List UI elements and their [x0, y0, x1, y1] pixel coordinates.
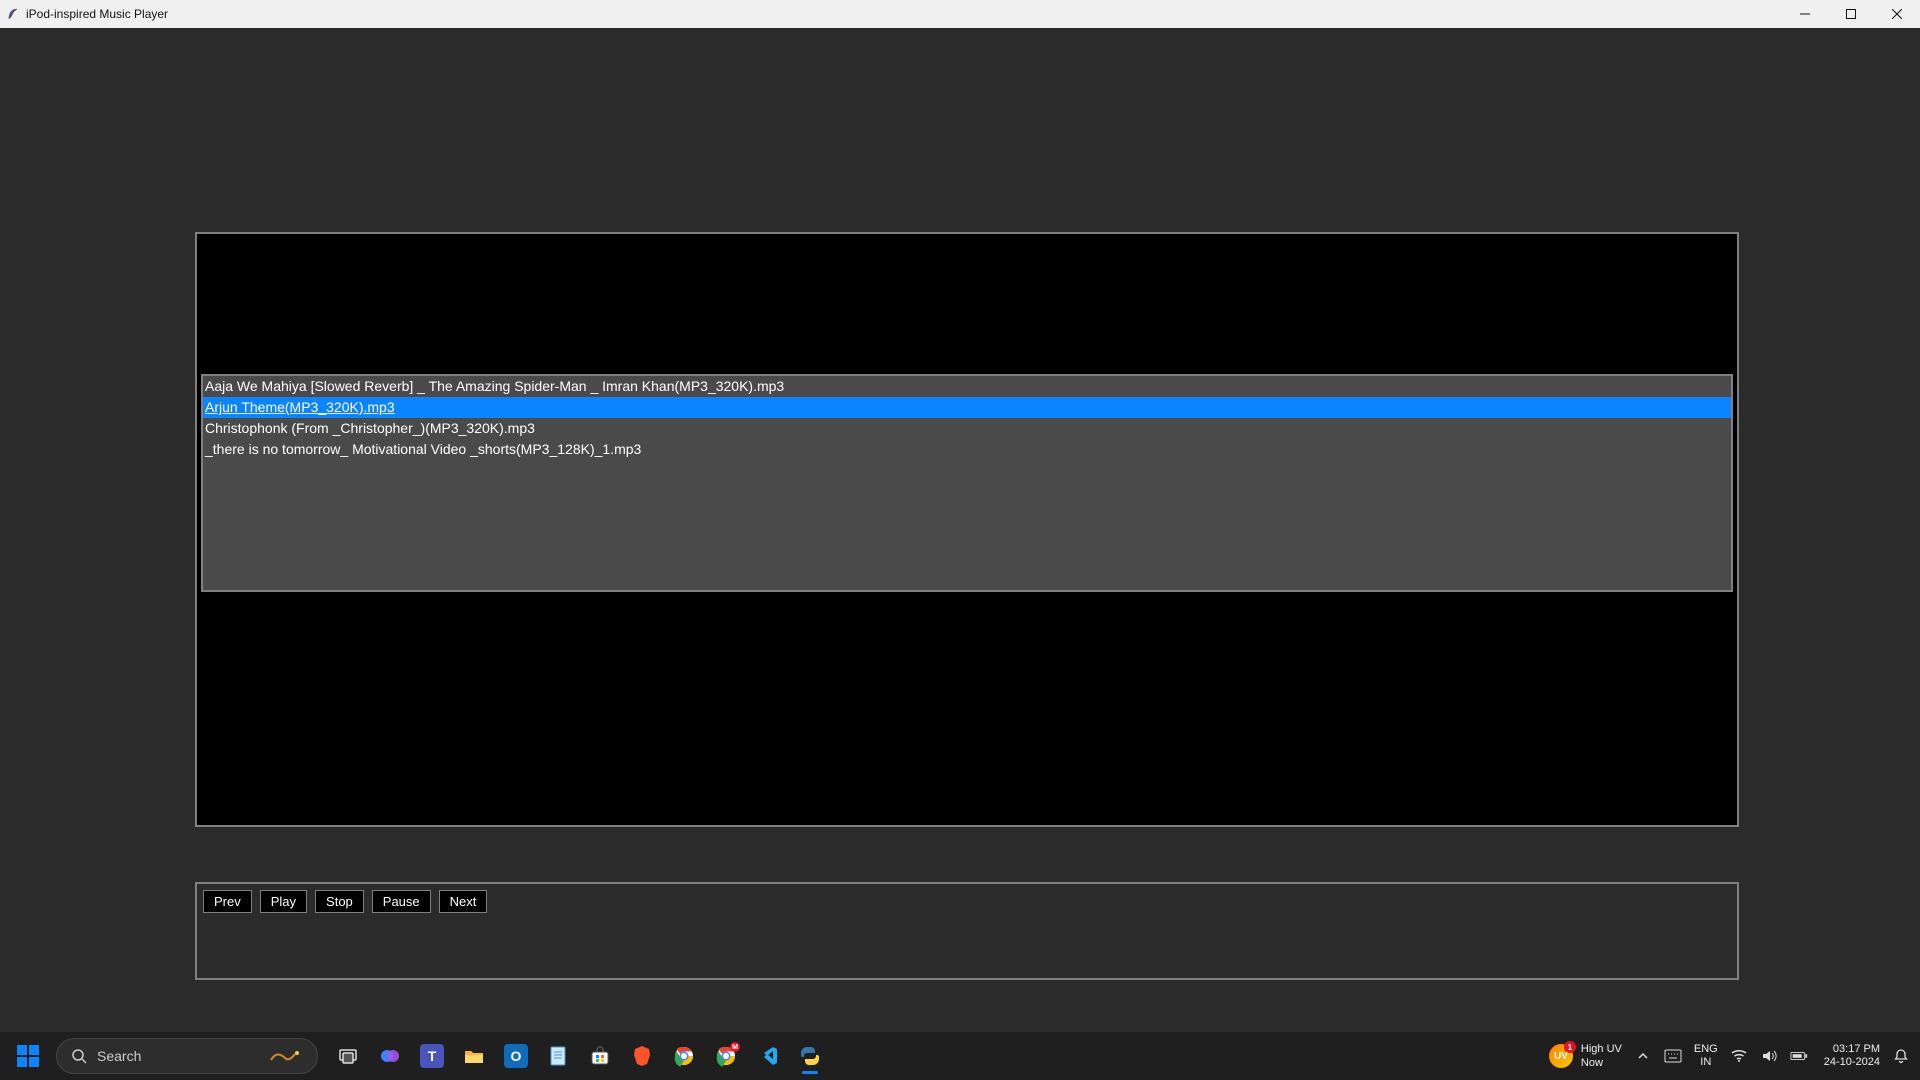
taskbar: Search T O M UV High UV Now ENG IN	[0, 1032, 1920, 1080]
taskbar-app-outlook[interactable]: O	[496, 1036, 536, 1076]
taskview-icon	[336, 1044, 360, 1068]
outlook-icon: O	[504, 1044, 528, 1068]
playlist-listbox[interactable]: Aaja We Mahiya [Slowed Reverb] _ The Ama…	[201, 374, 1733, 592]
lang-line2: IN	[1700, 1056, 1711, 1069]
screen-inner: Aaja We Mahiya [Slowed Reverb] _ The Ama…	[201, 238, 1733, 821]
taskbar-app-brave[interactable]	[622, 1036, 662, 1076]
taskbar-app-store[interactable]	[580, 1036, 620, 1076]
taskbar-search-label: Search	[97, 1048, 259, 1064]
brave-icon	[630, 1044, 654, 1068]
tray-volume-icon[interactable]	[1760, 1047, 1778, 1065]
windows-logo-icon	[17, 1045, 39, 1067]
folder-icon	[462, 1044, 486, 1068]
chrome-alt-icon: M	[714, 1044, 738, 1068]
taskbar-weather[interactable]: UV High UV Now	[1549, 1042, 1622, 1070]
uv-icon: UV	[1549, 1044, 1573, 1068]
titlebar: iPod-inspired Music Player	[0, 0, 1920, 28]
search-decoration-icon	[269, 1047, 303, 1065]
tray-chevron-up-icon[interactable]	[1634, 1047, 1652, 1065]
lang-line1: ENG	[1694, 1043, 1718, 1056]
taskbar-app-vscode[interactable]	[748, 1036, 788, 1076]
clock-date: 24-10-2024	[1824, 1056, 1880, 1069]
pause-button[interactable]: Pause	[372, 890, 431, 913]
weather-line1: High UV	[1581, 1042, 1622, 1056]
taskbar-app-copilot[interactable]	[370, 1036, 410, 1076]
maximize-button[interactable]	[1828, 0, 1874, 28]
playlist-item[interactable]: _there is no tomorrow_ Motivational Vide…	[203, 439, 1731, 460]
tray-language[interactable]: ENG IN	[1694, 1043, 1718, 1069]
controls-row: Prev Play Stop Pause Next	[203, 890, 1731, 913]
taskbar-app-taskview[interactable]	[328, 1036, 368, 1076]
stop-button[interactable]: Stop	[315, 890, 364, 913]
taskbar-app-chrome-alt[interactable]: M	[706, 1036, 746, 1076]
search-icon	[71, 1048, 87, 1064]
system-tray: UV High UV Now ENG IN 03:17 PM 24-10-202…	[1549, 1042, 1916, 1070]
taskbar-app-notepad[interactable]	[538, 1036, 578, 1076]
start-button[interactable]	[4, 1036, 52, 1076]
notepad-icon	[546, 1044, 570, 1068]
playlist-item[interactable]: Aaja We Mahiya [Slowed Reverb] _ The Ama…	[203, 376, 1731, 397]
play-button[interactable]: Play	[260, 890, 307, 913]
next-button[interactable]: Next	[439, 890, 488, 913]
teams-icon: T	[420, 1044, 444, 1068]
taskbar-app-explorer[interactable]	[454, 1036, 494, 1076]
taskbar-app-python[interactable]	[790, 1036, 830, 1076]
taskbar-apps: T O M	[328, 1036, 830, 1076]
app-icon	[6, 7, 20, 21]
tray-notifications-icon[interactable]	[1892, 1047, 1910, 1065]
python-icon	[798, 1044, 822, 1068]
vscode-icon	[756, 1044, 780, 1068]
taskbar-search[interactable]: Search	[56, 1038, 318, 1074]
clock-time: 03:17 PM	[1833, 1043, 1880, 1056]
window-title: iPod-inspired Music Player	[26, 7, 168, 21]
tray-wifi-icon[interactable]	[1730, 1047, 1748, 1065]
tray-keyboard-icon[interactable]	[1664, 1047, 1682, 1065]
copilot-icon	[378, 1044, 402, 1068]
close-button[interactable]	[1874, 0, 1920, 28]
store-icon	[588, 1044, 612, 1068]
client-area: Aaja We Mahiya [Slowed Reverb] _ The Ama…	[0, 28, 1920, 1032]
prev-button[interactable]: Prev	[203, 890, 252, 913]
weather-line2: Now	[1581, 1056, 1622, 1070]
screen-frame: Aaja We Mahiya [Slowed Reverb] _ The Ama…	[195, 232, 1739, 827]
playlist-item[interactable]: Arjun Theme(MP3_320K).mp3	[203, 397, 1731, 418]
taskbar-app-chrome[interactable]	[664, 1036, 704, 1076]
minimize-button[interactable]	[1782, 0, 1828, 28]
taskbar-app-teams[interactable]: T	[412, 1036, 452, 1076]
playlist-item[interactable]: Christophonk (From _Christopher_)(MP3_32…	[203, 418, 1731, 439]
tray-battery-icon[interactable]	[1790, 1047, 1808, 1065]
chrome-icon	[672, 1044, 696, 1068]
controls-frame: Prev Play Stop Pause Next	[195, 882, 1739, 980]
tray-clock[interactable]: 03:17 PM 24-10-2024	[1824, 1043, 1880, 1069]
